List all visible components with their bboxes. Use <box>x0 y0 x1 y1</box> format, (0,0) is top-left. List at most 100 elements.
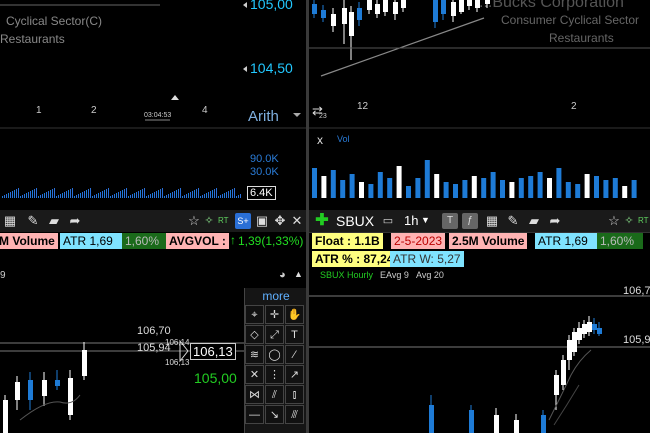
volume-bar <box>2 196 3 198</box>
parallel-tool-icon[interactable]: ⫻ <box>285 405 304 424</box>
volume-bar <box>48 191 49 198</box>
volume-bar <box>547 178 552 198</box>
volume-bar <box>349 174 355 198</box>
volume-bar <box>453 184 458 198</box>
volume-bar <box>622 186 628 198</box>
volume-bar <box>528 176 534 198</box>
crosshair-tool-icon[interactable]: ⌖ <box>245 305 264 324</box>
volume-bar <box>575 184 581 198</box>
volume-bar <box>148 195 149 198</box>
candle-body <box>514 420 519 433</box>
close-indicator-button[interactable]: x <box>317 133 323 147</box>
volume-bar <box>556 168 562 198</box>
volume-bar <box>222 194 223 198</box>
volume-bar <box>64 192 65 198</box>
volume-bar <box>565 182 571 198</box>
volume-bar <box>500 180 505 198</box>
arrows-icon[interactable]: ⇄ <box>312 103 323 119</box>
eraser-tool-icon[interactable]: ◇ <box>245 325 264 344</box>
chart-bottom-left[interactable]: ▦ ✎ ▰ ➦ ☆ ✧ RT S+ ▣ ✥ ✕ M Volume ATR 1,6… <box>0 210 306 433</box>
chart-top-right[interactable]: ...Bucks Corporation Consumer Cyclical S… <box>309 0 650 208</box>
volume-bar <box>134 193 135 198</box>
candle-body <box>312 4 317 14</box>
fan-tool-icon[interactable]: ≋ <box>245 345 264 364</box>
volume-bar <box>204 194 205 198</box>
volume-bar <box>116 193 117 198</box>
volume-bar <box>180 188 181 198</box>
volume-bar <box>406 186 411 198</box>
volume-bar <box>518 178 524 198</box>
volume-bar <box>236 196 237 198</box>
candle-body <box>582 324 587 334</box>
volume-bar <box>228 191 229 198</box>
volume-bar <box>96 194 97 198</box>
trendline-tool-icon[interactable]: ⁄ <box>285 345 304 364</box>
volume-bar <box>154 192 155 198</box>
cross-tool-icon[interactable]: ✛ <box>265 305 284 324</box>
sector-label: Cyclical Sector(C) <box>6 14 103 28</box>
hline-tool-icon[interactable]: — <box>245 405 264 424</box>
zoom-tool-icon[interactable]: ⤢ <box>265 325 284 344</box>
candle-body <box>554 375 559 395</box>
more-tools-button[interactable]: more <box>245 289 306 303</box>
candle-body <box>459 0 464 12</box>
candle-body <box>68 378 73 415</box>
volume-bar <box>138 191 139 198</box>
volume-bar <box>118 192 119 198</box>
candle-body <box>15 382 20 400</box>
candle-body <box>441 0 446 14</box>
volume-bar <box>104 190 105 198</box>
volume-bar <box>42 194 43 198</box>
gann-tool-icon[interactable]: ⋈ <box>245 385 264 404</box>
volume-bar <box>537 172 543 198</box>
candle-body <box>393 2 398 14</box>
cycle-tool-icon[interactable]: ✕ <box>245 365 264 384</box>
volume-bar <box>471 176 477 198</box>
x-tick-label: 2 <box>91 105 97 116</box>
volume-bar <box>359 182 364 198</box>
volume-bar <box>130 195 131 198</box>
volume-bar <box>16 189 17 198</box>
candle-body <box>494 415 499 433</box>
volume-bar <box>481 178 487 198</box>
volume-bar <box>124 189 125 198</box>
text-tool-icon[interactable]: T <box>285 325 304 344</box>
volume-bar <box>62 193 63 198</box>
volume-bar <box>152 193 153 198</box>
volume-bar <box>92 196 93 198</box>
volume-bar <box>66 191 67 198</box>
volume-bar <box>218 196 219 198</box>
volume-bar <box>200 196 201 198</box>
volume-bar <box>106 189 107 198</box>
volume-bar <box>192 191 193 198</box>
x-tick-label: 4 <box>202 105 208 116</box>
company-name: ...Bucks Corporation <box>479 0 624 11</box>
hand-tool-icon[interactable]: ✋ <box>285 305 304 324</box>
fib-tool-icon[interactable]: ⋮ <box>265 365 284 384</box>
volume-bar <box>120 191 121 198</box>
circle-tool-icon[interactable]: ◯ <box>265 345 284 364</box>
candle-body <box>42 380 47 396</box>
ray-tool-icon[interactable]: ↘ <box>265 405 284 424</box>
candle-body <box>597 328 602 334</box>
x-tick-label: 2 <box>571 101 577 112</box>
volume-bar <box>20 196 21 198</box>
channel-tool-icon[interactable]: ⫽ <box>265 385 284 404</box>
volume-bar <box>90 188 91 198</box>
chart-top-left[interactable]: Cyclical Sector(C) Restaurants 105,00 10… <box>0 0 306 208</box>
volume-bar <box>58 195 59 198</box>
candle-body <box>28 380 33 400</box>
volume-bar <box>10 192 11 198</box>
volume-bar <box>194 190 195 198</box>
price-axis-label: 104,50 <box>250 60 293 76</box>
volume-bar <box>238 195 239 198</box>
scale-mode-select[interactable]: Arith <box>248 108 279 125</box>
volume-bar <box>584 174 590 198</box>
volume-bar <box>78 194 79 198</box>
chart-bottom-right[interactable]: ✚ SBUX ▭ 1h ▼ T ƒ ▦ ✎ ▰ ➦ ☆ ✧ RT Float :… <box>309 210 650 433</box>
arrow-tool-icon[interactable]: ↗ <box>285 365 304 384</box>
volume-bar <box>30 191 31 198</box>
volume-bar <box>174 191 175 198</box>
volume-bar <box>22 195 23 198</box>
pitchfork-tool-icon[interactable]: ⫾ <box>285 385 304 404</box>
